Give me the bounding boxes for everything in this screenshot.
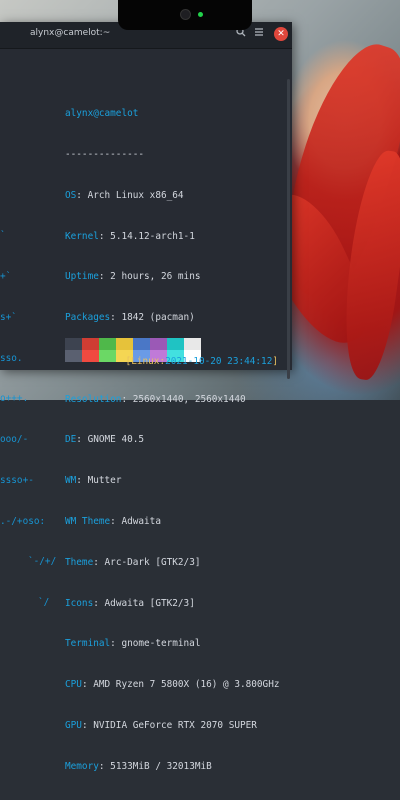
info-key: Memory	[65, 760, 99, 772]
info-key: Theme	[65, 556, 94, 568]
info-key: CPU	[65, 679, 82, 691]
info-value: Adwaita	[121, 516, 161, 527]
terminal-output[interactable]: ` +` s+` sso. o+++. ooo/- ssso+- .-/+oso…	[0, 49, 292, 772]
info-row: WM Theme: Adwaita	[65, 516, 161, 527]
info-value: AMD Ryzen 7 5800X (16) @ 3.800GHz	[93, 679, 280, 691]
info-value: Adwaita [GTK2/3]	[104, 597, 195, 609]
info-key: Terminal	[65, 638, 111, 650]
palette-swatch	[65, 338, 82, 350]
logo-line: `	[0, 230, 6, 242]
info-key: Packages	[65, 312, 111, 324]
logo-line: ooo/-	[0, 434, 29, 446]
info-value: 5.14.12-arch1-1	[110, 230, 195, 242]
logo-line: `-/+/	[28, 556, 57, 568]
info-key: Kernel	[65, 230, 99, 242]
window-title: alynx@camelot:~	[30, 28, 111, 38]
info-value: 2 hours, 26 mins	[110, 271, 201, 283]
palette-swatch	[65, 350, 82, 362]
info-key: Resolution	[65, 393, 122, 405]
info-key: GPU	[65, 719, 82, 731]
system-info: alynx@camelot -------------- OS: Arch Li…	[65, 80, 280, 800]
palette-swatch	[167, 338, 184, 350]
logo-line: ssso+-	[0, 474, 34, 486]
prompt-host: Linux	[131, 356, 160, 368]
palette-swatch	[184, 338, 201, 350]
distro-ascii-logo: ` +` s+` sso. o+++. ooo/- ssso+- .-/+oso…	[0, 202, 56, 637]
camera-notch	[118, 0, 252, 30]
info-value: NVIDIA GeForce RTX 2070 SUPER	[93, 719, 257, 731]
menu-icon[interactable]	[252, 27, 266, 41]
palette-swatch	[82, 350, 99, 362]
palette-swatch	[99, 338, 116, 350]
prompt-time: 2021-10-20 23:44:12	[165, 356, 273, 368]
info-value: Mutter	[87, 475, 122, 487]
palette-swatch	[116, 338, 133, 350]
logo-line: .-/+oso:	[0, 515, 46, 527]
userhost: alynx@camelot	[65, 108, 139, 120]
logo-line: s+`	[0, 311, 17, 323]
camera-lens-icon	[180, 9, 191, 20]
info-row: Icons: Adwaita [GTK2/3]	[65, 597, 195, 609]
logo-line: sso.	[0, 352, 23, 364]
palette-swatch	[133, 338, 150, 350]
info-value: GNOME 40.5	[87, 434, 145, 446]
info-row: GPU: NVIDIA GeForce RTX 2070 SUPER	[65, 719, 257, 731]
info-value: Arch Linux x86_64	[87, 189, 184, 201]
logo-line: o+++.	[0, 393, 29, 405]
info-key: WM	[65, 475, 77, 487]
info-row: WM: Mutter	[65, 475, 122, 487]
camera-indicator-icon	[198, 12, 203, 17]
info-row: Uptime: 2 hours, 26 mins	[65, 271, 201, 283]
palette-swatch	[99, 350, 116, 362]
info-row: Resolution: 2560x1440, 2560x1440	[65, 393, 246, 405]
info-key: Icons	[65, 597, 94, 609]
separator-line: --------------	[65, 148, 145, 160]
shell-prompt: [Linux:2021-10-20 23:44:12]	[126, 355, 278, 369]
prompt-bracket-close: ]	[272, 356, 278, 368]
info-row: Memory: 5133MiB / 32013MiB	[65, 760, 212, 772]
info-key: Uptime	[65, 271, 99, 283]
terminal-scrollbar[interactable]	[287, 79, 290, 379]
info-value: 2560x1440, 2560x1440	[132, 393, 246, 405]
terminal-window[interactable]: alynx@camelot:~ ✕ ` +` s+` sso. o+++. oo…	[0, 22, 292, 772]
info-row: Packages: 1842 (pacman)	[65, 312, 195, 324]
info-key: WM Theme	[65, 516, 111, 527]
info-row: CPU: AMD Ryzen 7 5800X (16) @ 3.800GHz	[65, 679, 280, 691]
info-row: OS: Arch Linux x86_64	[65, 189, 184, 201]
palette-row-normal	[65, 338, 201, 350]
info-row: Theme: Arc-Dark [GTK2/3]	[65, 556, 201, 568]
palette-swatch	[82, 338, 99, 350]
info-value: gnome-terminal	[121, 638, 201, 650]
palette-swatch	[150, 338, 167, 350]
info-value: 1842 (pacman)	[121, 312, 195, 324]
info-value: Arc-Dark [GTK2/3]	[104, 556, 201, 568]
info-row: Terminal: gnome-terminal	[65, 638, 201, 650]
logo-line: +`	[0, 270, 12, 282]
info-key: OS	[65, 189, 77, 201]
info-key: DE	[65, 434, 77, 446]
info-row: Kernel: 5.14.12-arch1-1	[65, 230, 195, 242]
info-row: DE: GNOME 40.5	[65, 434, 145, 446]
logo-line: `/	[38, 597, 50, 609]
close-icon[interactable]: ✕	[274, 27, 288, 41]
info-value: 5133MiB / 32013MiB	[110, 760, 212, 772]
